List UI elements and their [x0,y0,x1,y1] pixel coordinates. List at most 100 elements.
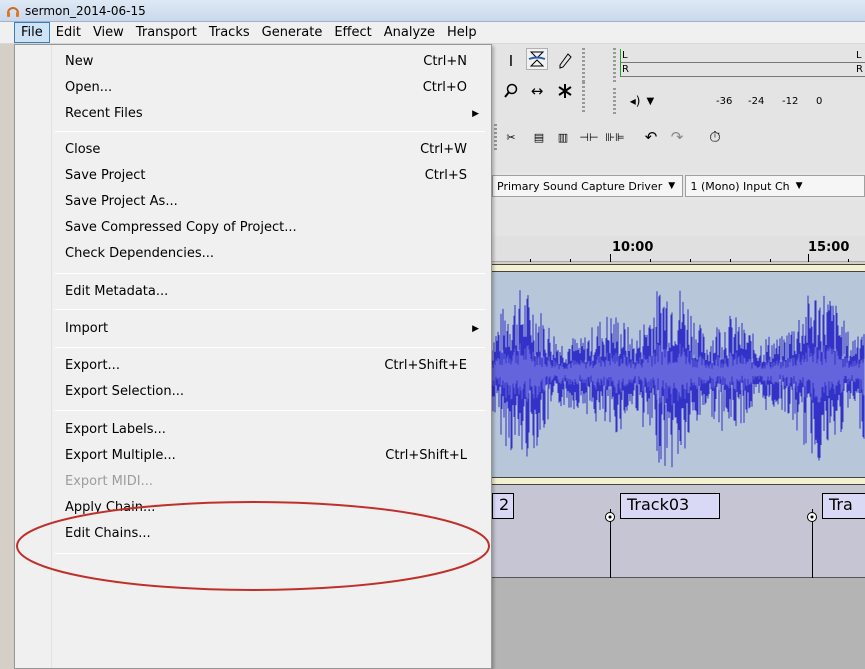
menu-file[interactable]: File [14,22,50,43]
meter-scale-tick: 0 [816,96,823,107]
track-label[interactable]: Tra [822,493,865,519]
menu-item-export-labels[interactable]: Export Labels... [15,417,491,442]
menu-item-label: Export Labels... [65,422,166,437]
toolbar-area: I ↔ L R L R ◂) ▼ -36 -24 -12 0 ✂ ▤ ▥ ⊣⊢ ⊪… [490,44,865,240]
menu-item-label: Edit Metadata... [65,284,169,299]
window-title: sermon_2014-06-15 [25,3,146,18]
menu-item-label: Close [65,142,101,157]
menu-item-new[interactable]: New Ctrl+N [15,49,491,74]
label-track[interactable]: 2 Track03 Tra [490,485,865,578]
audio-waveform[interactable] [490,272,865,477]
menu-item-import[interactable]: Import ▶ [15,316,491,341]
meter-divider [621,76,865,77]
track-clip-border [490,264,865,272]
toolbar-grip [582,82,585,112]
menu-edit[interactable]: Edit [50,23,87,42]
i-beam-icon[interactable]: I [500,50,522,72]
meter-left-label-2: L [856,50,862,61]
menu-item-recent-files[interactable]: Recent Files ▶ [15,101,491,126]
submenu-arrow-icon: ▶ [472,108,479,119]
track-label[interactable]: 2 [492,493,514,519]
meter-right-label-2: R [856,64,863,75]
menu-item-open[interactable]: Open... Ctrl+O [15,75,491,100]
meter-divider [621,62,865,63]
menu-help[interactable]: Help [441,23,483,42]
menu-separator [55,273,485,274]
menu-separator [55,131,485,132]
menu-item-label: Edit Chains... [65,526,151,541]
menu-tracks[interactable]: Tracks [203,23,256,42]
meter-green-marker [620,49,621,77]
menu-item-shortcut: Ctrl+N [423,54,467,69]
window-titlebar: sermon_2014-06-15 [0,0,865,22]
silence-icon[interactable]: ⊪⊫ [604,126,626,148]
meter-scale-tick: -36 [716,96,733,107]
magnifier-icon[interactable] [500,80,522,102]
menu-item-label: Import [65,321,109,336]
input-channels-select[interactable]: 1 (Mono) Input Ch ▼ [685,175,865,197]
meter-scale-tick: -12 [782,96,799,107]
undo-icon[interactable]: ↶ [640,126,662,148]
input-channels-value: 1 (Mono) Input Ch [690,179,790,193]
menu-item-label: Recent Files [65,106,143,121]
menu-item-export[interactable]: Export... Ctrl+Shift+E [15,353,491,378]
menu-item-apply-chain[interactable]: Apply Chain... [15,495,491,520]
menu-analyze[interactable]: Analyze [378,23,441,42]
menu-item-shortcut: Ctrl+Shift+E [384,358,467,373]
label-handle-icon[interactable] [806,511,818,523]
chevron-down-icon: ▼ [795,181,803,191]
timeshift-icon[interactable]: ↔ [526,80,548,102]
host-device-value: Primary Sound Capture Driver [497,179,663,193]
menu-view[interactable]: View [87,23,130,42]
menu-separator [55,309,485,310]
multi-tool-icon[interactable] [554,80,576,102]
envelope-icon[interactable] [526,48,548,70]
device-toolbar: Primary Sound Capture Driver ▼ 1 (Mono) … [490,172,865,200]
track-label[interactable]: Track03 [620,493,720,519]
menu-separator [55,553,485,554]
menu-item-label: Export Selection... [65,384,184,399]
menu-item-save-compressed-copy[interactable]: Save Compressed Copy of Project... [15,215,491,240]
timeline-ruler[interactable]: 10:00 15:00 [490,236,865,262]
host-device-select[interactable]: Primary Sound Capture Driver ▼ [492,175,684,197]
ruler-label: 10:00 [612,240,654,255]
menu-effect[interactable]: Effect [328,23,377,42]
menu-bar: File Edit View Transport Tracks Generate… [0,22,865,44]
menu-item-label: Export... [65,358,120,373]
meter-grip [613,88,616,116]
audacity-headphones-icon [6,4,20,18]
menu-item-close[interactable]: Close Ctrl+W [15,137,491,162]
redo-icon[interactable]: ↷ [666,126,688,148]
menu-item-edit-chains[interactable]: Edit Chains... [15,521,491,546]
copy-icon[interactable]: ▤ [528,126,550,148]
empty-track-area[interactable] [490,578,865,669]
waveform-svg [490,290,865,468]
meter-left-label: L [622,50,628,61]
cut-icon[interactable]: ✂ [500,126,522,148]
meter-grip [613,48,616,82]
menu-transport[interactable]: Transport [130,23,203,42]
menu-item-label: Save Project [65,168,146,183]
sync-lock-icon[interactable]: ⏱ [704,126,726,148]
label-handle-icon[interactable] [604,511,616,523]
chevron-down-icon: ▼ [668,181,676,191]
menu-item-check-dependencies[interactable]: Check Dependencies... [15,241,491,266]
menu-item-label: Open... [65,80,113,95]
menu-item-label: New [65,54,94,69]
menu-generate[interactable]: Generate [256,23,329,42]
menu-item-save-project-as[interactable]: Save Project As... [15,189,491,214]
menu-item-edit-metadata[interactable]: Edit Metadata... [15,279,491,304]
menu-item-save-project[interactable]: Save Project Ctrl+S [15,163,491,188]
paste-icon[interactable]: ▥ [552,126,574,148]
menu-item-export-selection[interactable]: Export Selection... [15,379,491,404]
submenu-arrow-icon: ▶ [472,323,479,334]
toolbar-grip [494,124,497,152]
menu-item-label: Save Project As... [65,194,178,209]
speaker-volume-icon[interactable]: ◂) ▼ [622,90,662,112]
pencil-icon[interactable] [554,50,576,72]
menu-item-shortcut: Ctrl+O [422,80,467,95]
menu-item-export-multiple[interactable]: Export Multiple... Ctrl+Shift+L [15,443,491,468]
ruler-label: 15:00 [808,240,850,255]
trim-icon[interactable]: ⊣⊢ [578,126,600,148]
menu-item-label: Check Dependencies... [65,246,215,261]
